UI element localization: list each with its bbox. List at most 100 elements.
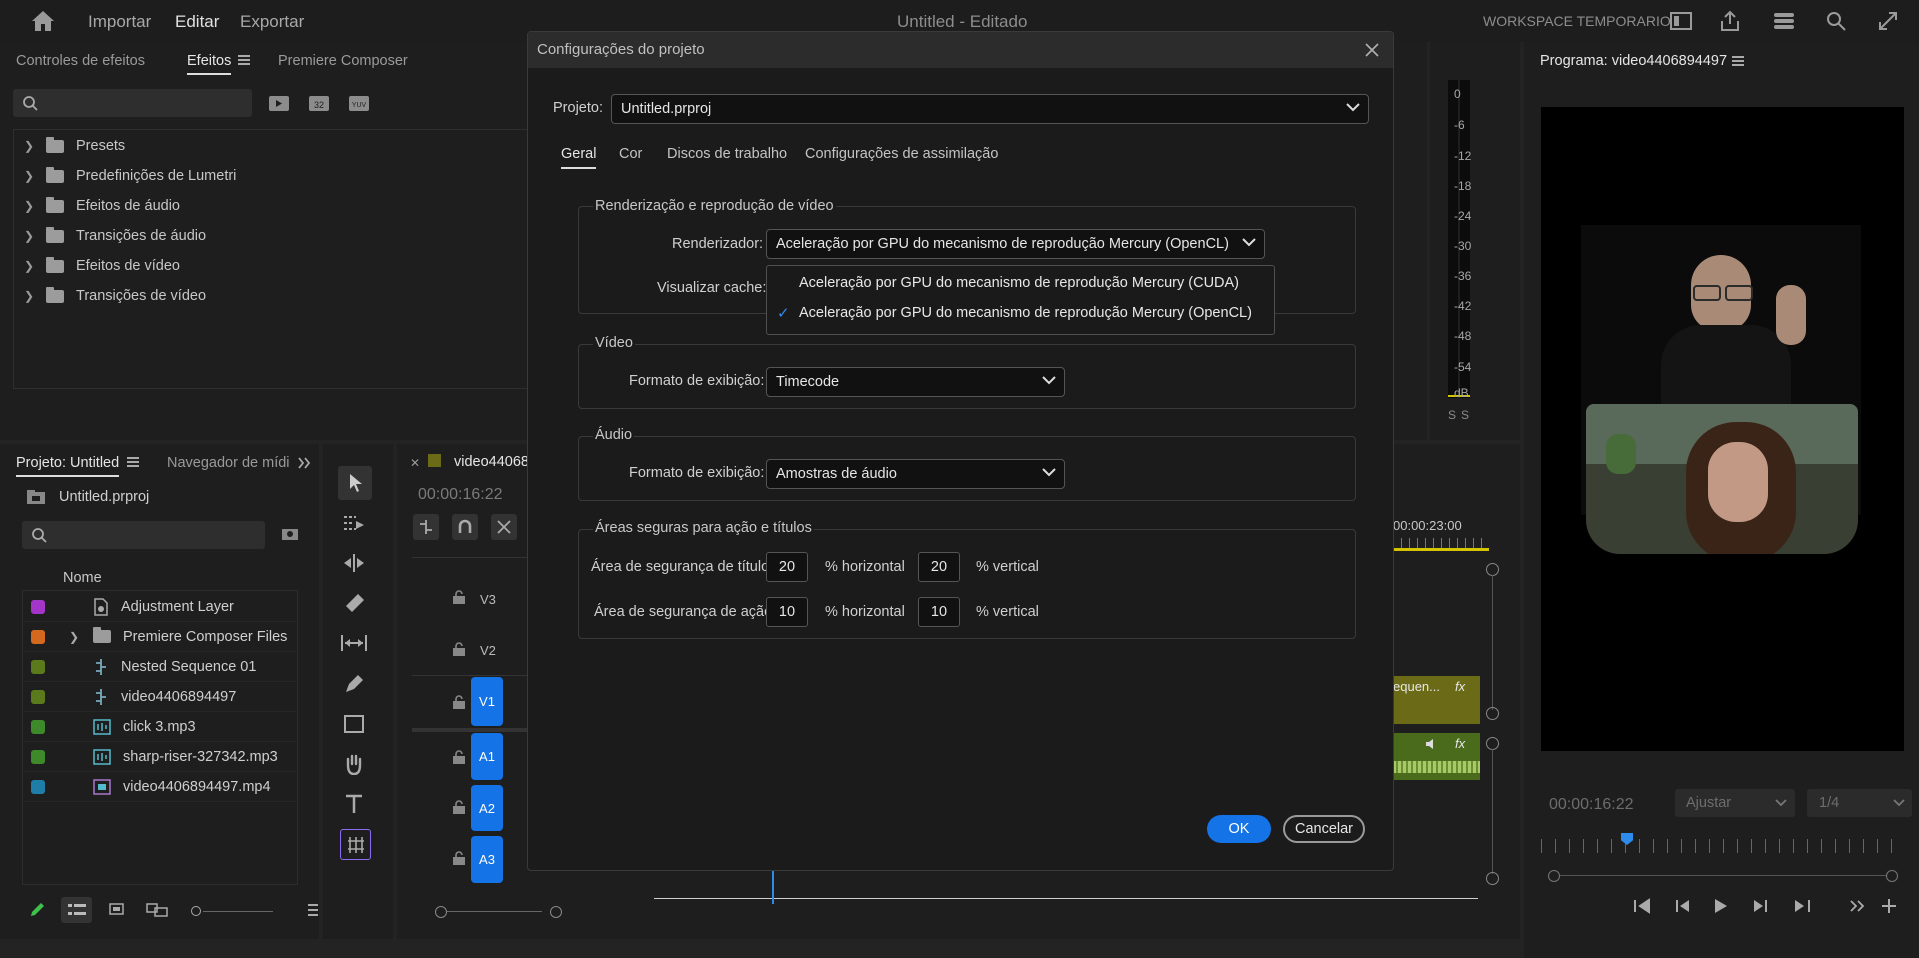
timeline-timecode[interactable]: 00:00:16:22 bbox=[418, 486, 503, 504]
snap-button[interactable] bbox=[452, 514, 478, 540]
yuv-effects-icon[interactable]: YUV bbox=[348, 94, 370, 112]
chevron-right-icon[interactable]: ❯ bbox=[69, 630, 93, 644]
lock-icon[interactable] bbox=[452, 695, 466, 709]
composer-tool-button[interactable] bbox=[340, 829, 371, 860]
audio-clip[interactable]: fx bbox=[1393, 733, 1480, 780]
track-v1-target[interactable]: V1 bbox=[471, 677, 503, 726]
label-color-swatch[interactable] bbox=[31, 599, 45, 614]
step-forward-icon[interactable] bbox=[1751, 898, 1769, 914]
add-button-icon[interactable] bbox=[1881, 898, 1897, 914]
effects-search-input[interactable] bbox=[13, 89, 252, 117]
tab-effect-controls[interactable]: Controles de efeitos bbox=[16, 53, 145, 69]
video-format-select[interactable]: Timecode bbox=[766, 367, 1065, 397]
tree-item-video-transitions[interactable]: ❯ Transições de vídeo bbox=[24, 282, 206, 310]
program-timecode[interactable]: 00:00:16:22 bbox=[1549, 796, 1634, 814]
lock-icon[interactable] bbox=[452, 642, 466, 656]
list-item[interactable]: Nested Sequence 01 bbox=[24, 652, 296, 682]
effects-menu-icon[interactable] bbox=[238, 55, 250, 65]
column-header-name[interactable]: Nome bbox=[63, 570, 102, 586]
resolution-select[interactable]: 1/4 bbox=[1807, 789, 1912, 817]
progress-icon[interactable] bbox=[1773, 12, 1795, 30]
tree-item-presets[interactable]: ❯ Presets bbox=[24, 132, 125, 160]
ripple-edit-icon[interactable] bbox=[342, 553, 366, 573]
hand-icon[interactable] bbox=[344, 753, 364, 775]
share-icon[interactable] bbox=[1720, 10, 1740, 32]
tree-item-audio-transitions[interactable]: ❯ Transições de áudio bbox=[24, 222, 206, 250]
label-color-swatch[interactable] bbox=[31, 719, 45, 734]
new-search-bin-icon[interactable] bbox=[281, 527, 299, 541]
freeform-view-icon[interactable] bbox=[146, 903, 168, 917]
panel-layout-icon[interactable] bbox=[1670, 12, 1692, 30]
scroll-handle-right[interactable] bbox=[550, 906, 562, 918]
fullscreen-icon[interactable] bbox=[1877, 10, 1899, 32]
title-safe-horizontal-input[interactable]: 20 bbox=[766, 552, 808, 582]
thumbnail-zoom-slider[interactable] bbox=[191, 906, 275, 916]
project-menu-icon[interactable] bbox=[127, 457, 139, 467]
track-a3-target[interactable]: A3 bbox=[471, 836, 503, 883]
tab-geral[interactable]: Geral bbox=[561, 146, 597, 169]
rectangle-icon[interactable] bbox=[343, 714, 365, 734]
timeline-ruler[interactable] bbox=[1393, 538, 1489, 548]
track-v2-label[interactable]: V2 bbox=[480, 643, 496, 658]
label-color-swatch[interactable] bbox=[31, 629, 45, 644]
list-item[interactable]: video4406894497 bbox=[24, 682, 296, 712]
32bit-effects-icon[interactable]: 32 bbox=[308, 94, 330, 112]
title-safe-vertical-input[interactable]: 20 bbox=[918, 552, 960, 582]
scroll-handle-bottom[interactable] bbox=[1486, 707, 1499, 720]
project-select[interactable]: Untitled.prproj bbox=[611, 94, 1369, 124]
slip-icon[interactable] bbox=[340, 633, 368, 653]
more-icon[interactable] bbox=[308, 904, 318, 916]
program-menu-icon[interactable] bbox=[1732, 56, 1744, 66]
tree-item-video-effects[interactable]: ❯ Efeitos de vídeo bbox=[24, 252, 180, 280]
label-color-swatch[interactable] bbox=[31, 659, 45, 674]
action-safe-horizontal-input[interactable]: 10 bbox=[766, 597, 808, 627]
audio-format-select[interactable]: Amostras de áudio bbox=[766, 459, 1065, 489]
tree-item-lumetri[interactable]: ❯ Predefinições de Lumetri bbox=[24, 162, 236, 190]
workspace-label[interactable]: WORKSPACE TEMPORARIO bbox=[1483, 13, 1671, 29]
mark-out-icon[interactable] bbox=[1791, 898, 1811, 914]
label-color-swatch[interactable] bbox=[31, 749, 45, 764]
fx-badge[interactable]: fx bbox=[1455, 679, 1465, 694]
project-search-input[interactable] bbox=[22, 521, 265, 549]
expand-panels-icon[interactable] bbox=[297, 457, 311, 469]
accelerated-effects-icon[interactable] bbox=[268, 94, 290, 112]
pen-icon[interactable] bbox=[344, 674, 364, 694]
tab-discos[interactable]: Discos de trabalho bbox=[667, 146, 787, 162]
audio-fx-badge[interactable]: fx bbox=[1455, 736, 1465, 751]
icon-view-icon[interactable] bbox=[109, 903, 125, 915]
track-a1-target[interactable]: A1 bbox=[471, 733, 503, 780]
program-ruler[interactable] bbox=[1541, 839, 1904, 853]
menu-editar[interactable]: Editar bbox=[175, 12, 219, 32]
tab-assimilacao[interactable]: Configurações de assimilação bbox=[805, 146, 998, 162]
timeline-horizontal-scrollbar[interactable] bbox=[412, 904, 1492, 918]
list-view-button[interactable] bbox=[61, 897, 92, 923]
tab-media-browser[interactable]: Navegador de mídia bbox=[167, 455, 290, 471]
tab-cor[interactable]: Cor bbox=[619, 146, 642, 162]
program-video-frame[interactable] bbox=[1541, 107, 1904, 751]
lock-icon[interactable] bbox=[452, 800, 466, 814]
tab-premiere-composer[interactable]: Premiere Composer bbox=[278, 53, 408, 69]
menu-importar[interactable]: Importar bbox=[88, 12, 151, 32]
timeline-playhead[interactable] bbox=[772, 870, 774, 904]
step-back-icon[interactable] bbox=[1674, 898, 1692, 914]
scroll-handle-left[interactable] bbox=[435, 906, 447, 918]
tree-item-audio-effects[interactable]: ❯ Efeitos de áudio bbox=[24, 192, 180, 220]
list-item[interactable]: click 3.mp3 bbox=[24, 712, 296, 742]
renderer-option-cuda[interactable]: Aceleração por GPU do mecanismo de repro… bbox=[799, 275, 1239, 291]
renderer-option-opencl[interactable]: Aceleração por GPU do mecanismo de repro… bbox=[799, 305, 1252, 321]
scroll-handle-bottom[interactable] bbox=[1486, 872, 1499, 885]
track-select-icon[interactable] bbox=[342, 515, 366, 533]
search-icon[interactable] bbox=[1825, 10, 1847, 32]
razor-icon[interactable] bbox=[344, 592, 366, 612]
tab-sequence[interactable]: video44068 bbox=[454, 454, 529, 470]
zoom-handle-left[interactable] bbox=[1548, 870, 1560, 882]
track-v3-label[interactable]: V3 bbox=[480, 592, 496, 607]
renderer-select[interactable]: Aceleração por GPU do mecanismo de repro… bbox=[766, 229, 1265, 259]
lock-icon[interactable] bbox=[452, 851, 466, 865]
more-controls-icon[interactable] bbox=[1849, 900, 1865, 912]
menu-exportar[interactable]: Exportar bbox=[240, 12, 304, 32]
nest-button[interactable] bbox=[413, 514, 439, 540]
tab-effects[interactable]: Efeitos bbox=[187, 53, 232, 75]
fit-select[interactable]: Ajustar bbox=[1675, 789, 1795, 817]
list-item[interactable]: Adjustment Layer bbox=[24, 592, 296, 622]
